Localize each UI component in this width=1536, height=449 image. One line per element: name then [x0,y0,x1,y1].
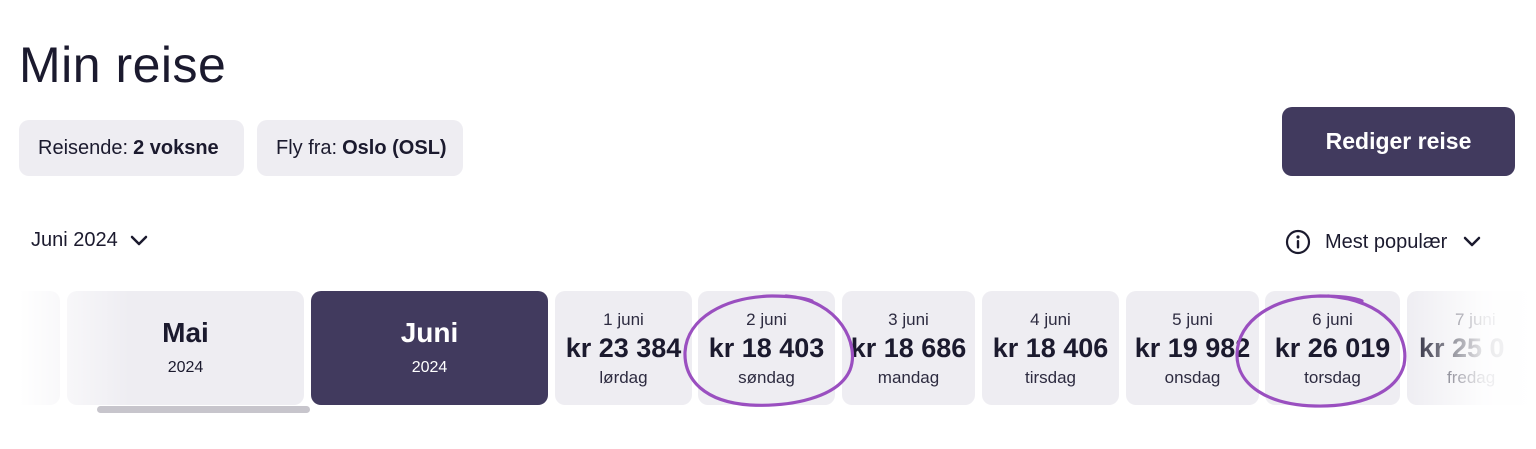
chevron-down-icon [1463,236,1481,248]
day-weekday: mandag [877,367,940,387]
day-card[interactable]: 4 juni kr 18 406 tirsdag [982,291,1119,405]
day-date: 2 juni [746,309,787,329]
month-year: 2024 [411,359,448,376]
day-date: 5 juni [1172,309,1213,329]
travelers-label: Reisende: [38,136,129,159]
day-card[interactable]: 7 juni kr 25 0 fredag [1407,291,1536,405]
day-weekday: lørdag [599,367,648,387]
month-name: Juni [400,317,459,348]
day-card[interactable]: 5 juni kr 19 982 onsdag [1126,291,1259,405]
carousel-scrollbar[interactable] [97,406,310,413]
day-card[interactable]: 6 juni kr 26 019 torsdag [1265,291,1400,405]
day-price: kr 25 0 [1419,332,1505,363]
previous-month-card[interactable] [0,291,60,405]
month-year: 2024 [167,359,204,376]
departure-label: Fly fra: [276,136,338,159]
month-dropdown-value: Juni 2024 [31,229,118,251]
month-dropdown[interactable]: Juni 2024 [31,229,148,252]
day-date: 3 juni [888,309,929,329]
day-weekday: torsdag [1304,367,1361,387]
day-card[interactable]: 3 juni kr 18 686 mandag [842,291,975,405]
day-date: 7 juni [1455,309,1496,329]
day-date: 4 juni [1030,309,1071,329]
day-weekday: onsdag [1164,367,1221,387]
departure-chip[interactable]: Fly fra: Oslo (OSL) [257,120,463,176]
day-date: 1 juni [603,309,644,329]
edit-trip-button[interactable]: Rediger reise [1282,107,1515,176]
travelers-value: 2 voksne [133,136,219,159]
sort-dropdown[interactable]: Mest populær [1285,229,1481,255]
day-weekday: tirsdag [1024,367,1077,387]
info-icon[interactable] [1285,229,1311,255]
month-name: Mai [162,317,209,348]
page-title: Min reise [19,37,227,93]
month-card-mai[interactable]: Mai 2024 [67,291,304,405]
departure-value: Oslo (OSL) [342,136,447,159]
day-price: kr 18 686 [850,332,967,363]
day-card[interactable]: 2 juni kr 18 403 søndag [698,291,835,405]
day-price: kr 18 406 [992,332,1109,363]
date-carousel[interactable]: Mai 2024 Juni 2024 1 juni kr 23 384 lørd… [0,291,1536,407]
day-weekday: fredag [1447,367,1496,387]
day-price: kr 19 982 [1134,332,1251,363]
month-card-juni[interactable]: Juni 2024 [311,291,548,405]
sort-dropdown-value: Mest populær [1325,230,1448,253]
day-card[interactable]: 1 juni kr 23 384 lørdag [555,291,692,405]
day-date: 6 juni [1312,309,1353,329]
day-weekday: søndag [738,367,795,387]
day-price: kr 26 019 [1274,332,1391,363]
travelers-chip[interactable]: Reisende: 2 voksne [19,120,244,176]
day-price: kr 18 403 [708,332,825,363]
day-price: kr 23 384 [565,332,682,363]
chevron-down-icon [130,235,147,245]
